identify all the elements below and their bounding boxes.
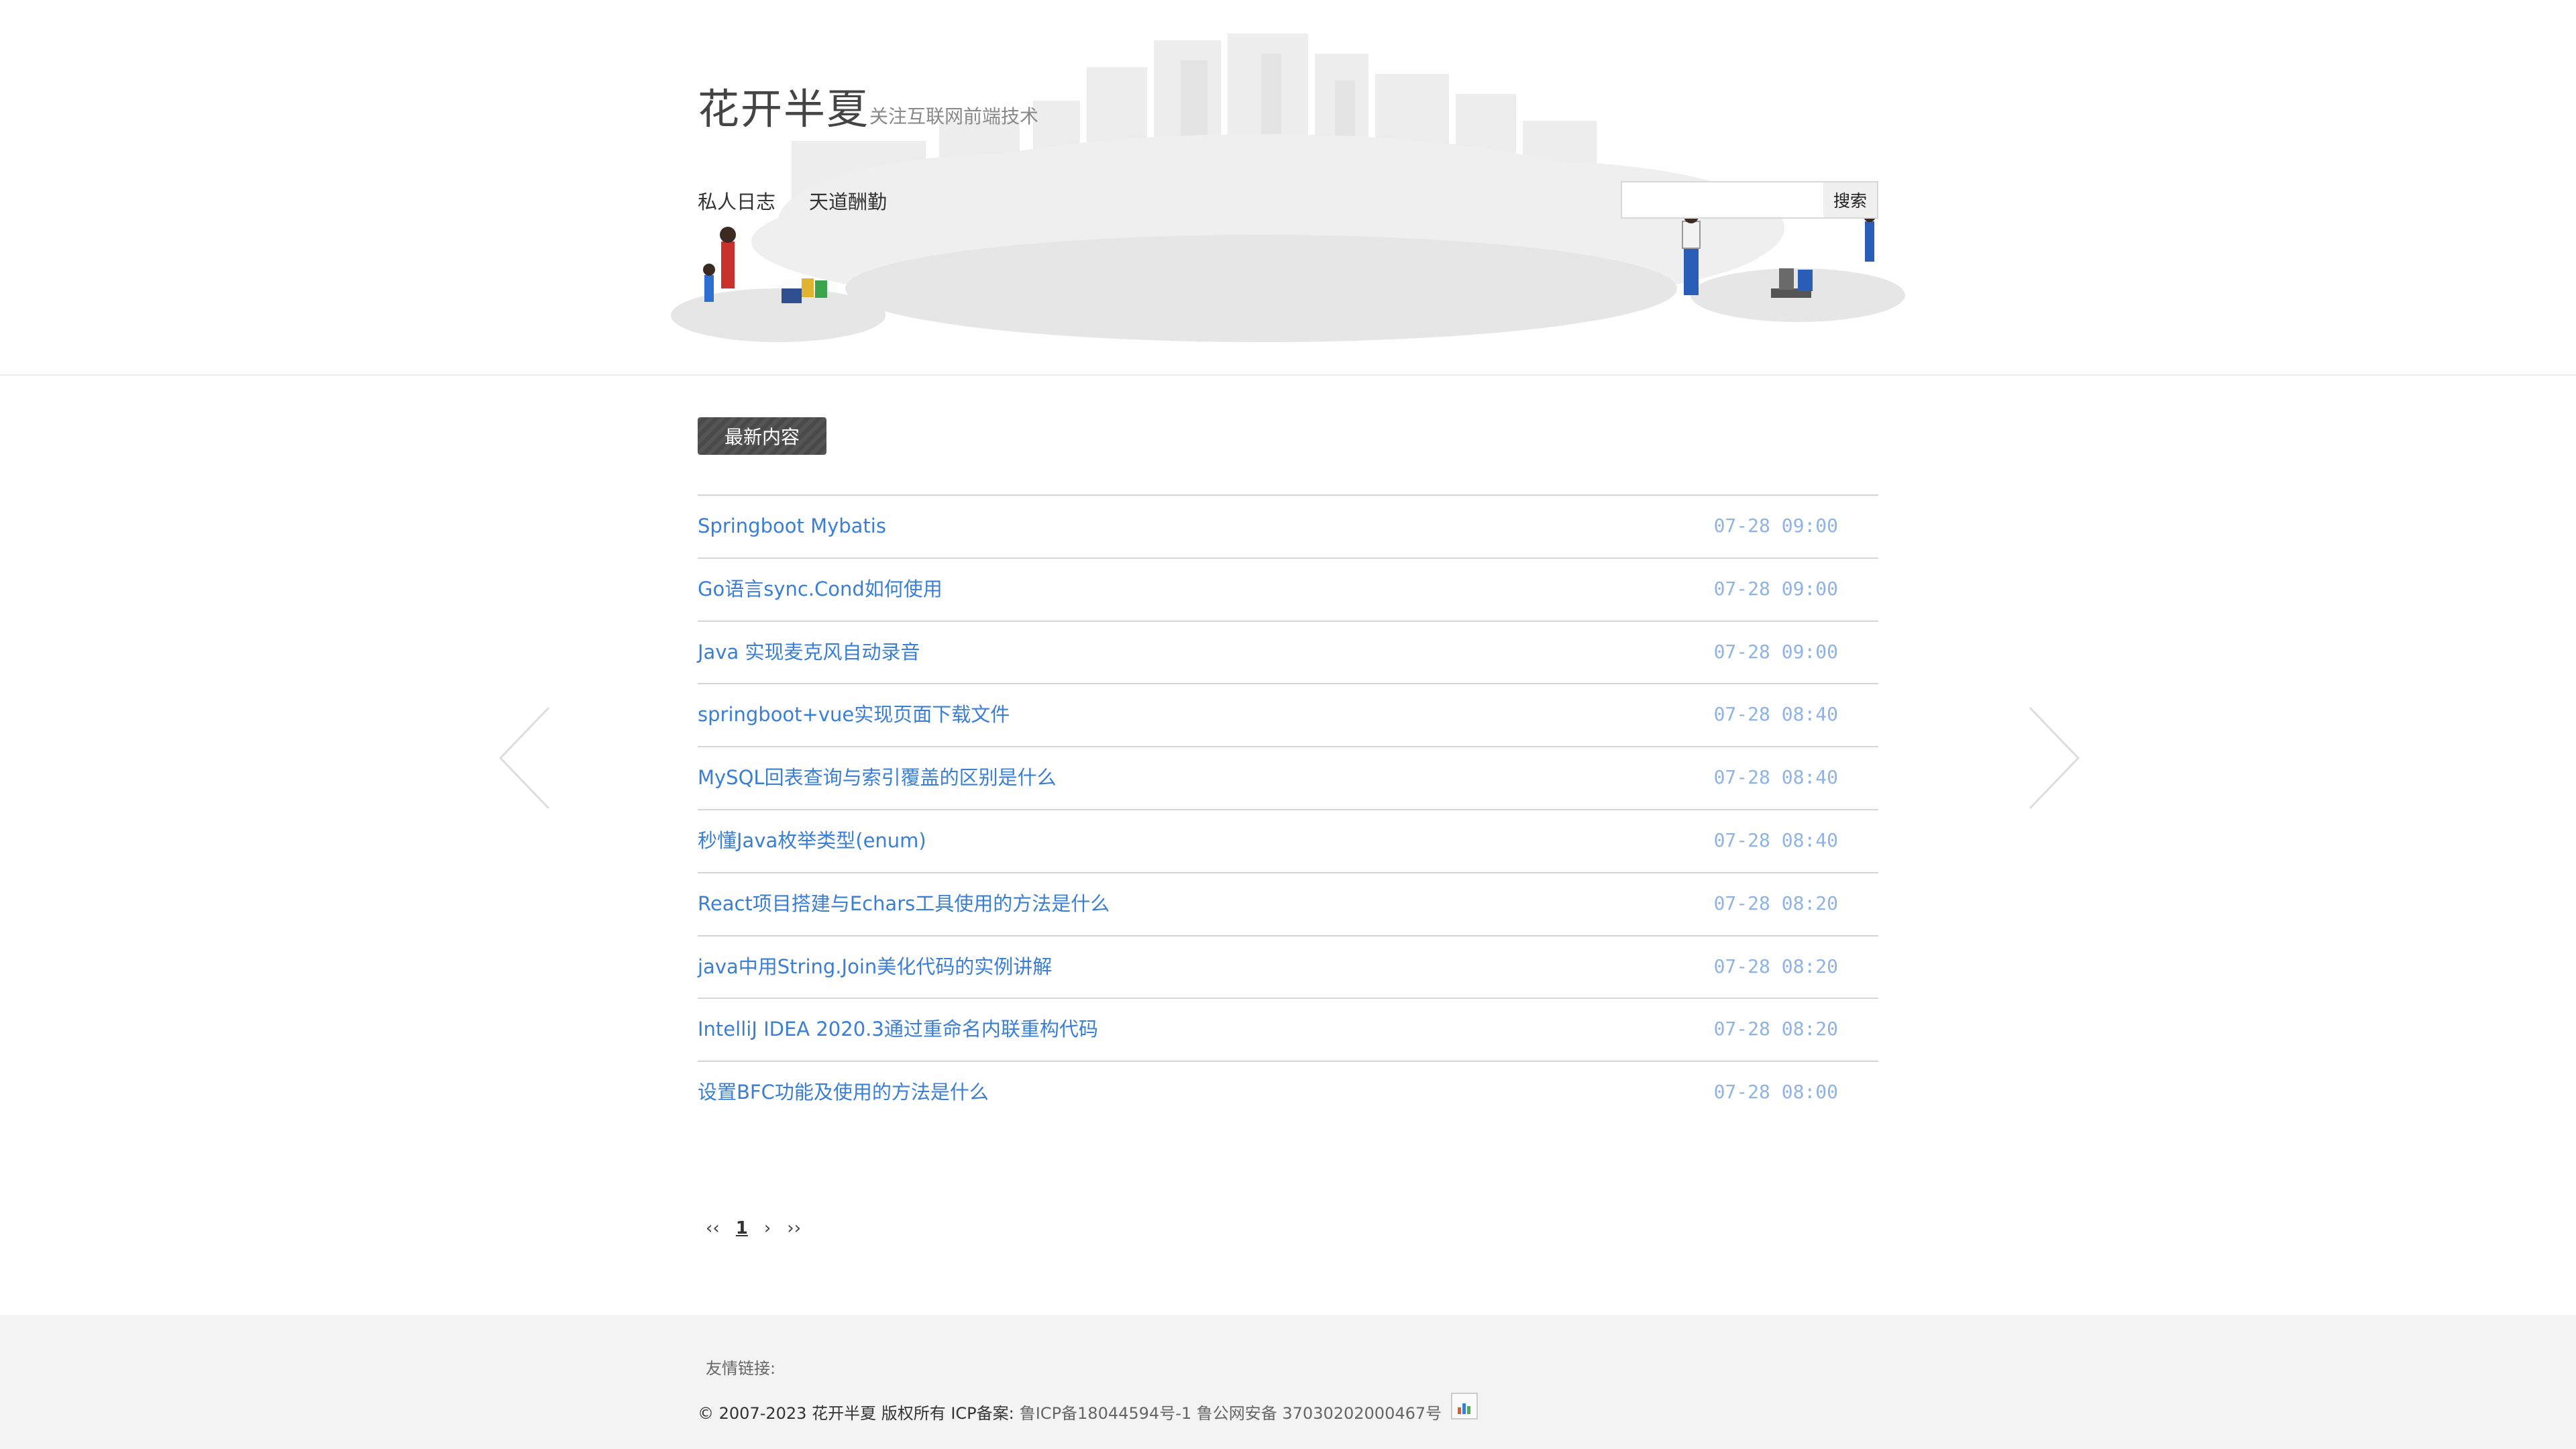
post-title-link[interactable]: 设置BFC功能及使用的方法是什么	[698, 1062, 989, 1122]
list-item: 设置BFC功能及使用的方法是什么 07-28 08:00	[698, 1062, 1878, 1125]
post-title-link[interactable]: MySQL回表查询与索引覆盖的区别是什么	[698, 747, 1057, 808]
post-time: 07-28 08:40	[1713, 703, 1838, 726]
next-arrow-icon[interactable]	[2023, 704, 2084, 812]
friend-links-label: 友情链接:	[706, 1359, 776, 1378]
pager-last[interactable]: ››	[779, 1218, 809, 1238]
search-button[interactable]: 搜索	[1823, 181, 1878, 219]
list-item: IntelliJ IDEA 2020.3通过重命名内联重构代码 07-28 08…	[698, 999, 1878, 1063]
pagination: ‹‹ 1 › ››	[698, 1218, 809, 1238]
section-badge-latest: 最新内容	[698, 417, 826, 455]
icp-link[interactable]: 鲁ICP备18044594号-1 鲁公网安备 37030202000467号	[1020, 1400, 1442, 1424]
list-item: Springboot Mybatis 07-28 09:00	[698, 496, 1878, 559]
search-input[interactable]	[1621, 181, 1826, 219]
post-list: Springboot Mybatis 07-28 09:00 Go语言sync.…	[698, 494, 1878, 1125]
post-title-link[interactable]: Java 实现麦克风自动录音	[698, 622, 920, 682]
site-subtitle: 关注互联网前端技术	[869, 105, 1039, 127]
post-title-link[interactable]: Springboot Mybatis	[698, 496, 886, 556]
post-time: 07-28 08:20	[1713, 955, 1838, 977]
copyright: © 2007-2023 花开半夏 版权所有 ICP备案: 鲁ICP备180445…	[698, 1393, 1479, 1425]
copyright-text: © 2007-2023 花开半夏 版权所有 ICP备案:	[698, 1403, 1014, 1423]
list-item: MySQL回表查询与索引覆盖的区别是什么 07-28 08:40	[698, 747, 1878, 810]
site-footer: 友情链接: © 2007-2023 花开半夏 版权所有 ICP备案: 鲁ICP备…	[0, 1315, 2576, 1449]
post-time: 07-28 08:20	[1713, 892, 1838, 914]
post-time: 07-28 09:00	[1713, 640, 1838, 663]
list-item: Java 实现麦克风自动录音 07-28 09:00	[698, 622, 1878, 685]
nav-item-diligence[interactable]: 天道酬勤	[809, 186, 887, 215]
post-title-link[interactable]: springboot+vue实现页面下载文件	[698, 684, 1010, 745]
post-time: 07-28 08:00	[1713, 1081, 1838, 1104]
prev-arrow-icon[interactable]	[495, 704, 555, 812]
post-title-link[interactable]: Go语言sync.Cond如何使用	[698, 559, 943, 619]
post-title-link[interactable]: React项目搭建与Echars工具使用的方法是什么	[698, 873, 1110, 934]
post-time: 07-28 08:40	[1713, 766, 1838, 789]
site-title[interactable]: 花开半夏	[698, 75, 869, 136]
main-nav: 私人日志 天道酬勤	[698, 186, 887, 215]
list-item: React项目搭建与Echars工具使用的方法是什么 07-28 08:20	[698, 873, 1878, 936]
list-item: springboot+vue实现页面下载文件 07-28 08:40	[698, 684, 1878, 748]
list-item: 秒懂Java枚举类型(enum) 07-28 08:40	[698, 810, 1878, 873]
list-item: Go语言sync.Cond如何使用 07-28 09:00	[698, 559, 1878, 622]
stats-icon[interactable]	[1451, 1393, 1479, 1419]
pager-current-page[interactable]: 1	[728, 1218, 756, 1238]
post-time: 07-28 08:40	[1713, 828, 1838, 851]
list-item: java中用String.Join美化代码的实例讲解 07-28 08:20	[698, 936, 1878, 1000]
pager-next[interactable]: ›	[756, 1218, 779, 1238]
site-header: 花开半夏 关注互联网前端技术 私人日志 天道酬勤 搜索	[0, 0, 2576, 376]
post-title-link[interactable]: java中用String.Join美化代码的实例讲解	[698, 936, 1052, 997]
post-time: 07-28 08:20	[1713, 1018, 1838, 1040]
post-time: 07-28 09:00	[1713, 577, 1838, 600]
post-time: 07-28 09:00	[1713, 515, 1838, 537]
nav-item-private-log[interactable]: 私人日志	[698, 186, 775, 215]
post-title-link[interactable]: 秒懂Java枚举类型(enum)	[698, 810, 926, 871]
pager-first[interactable]: ‹‹	[698, 1218, 728, 1238]
post-title-link[interactable]: IntelliJ IDEA 2020.3通过重命名内联重构代码	[698, 999, 1098, 1059]
